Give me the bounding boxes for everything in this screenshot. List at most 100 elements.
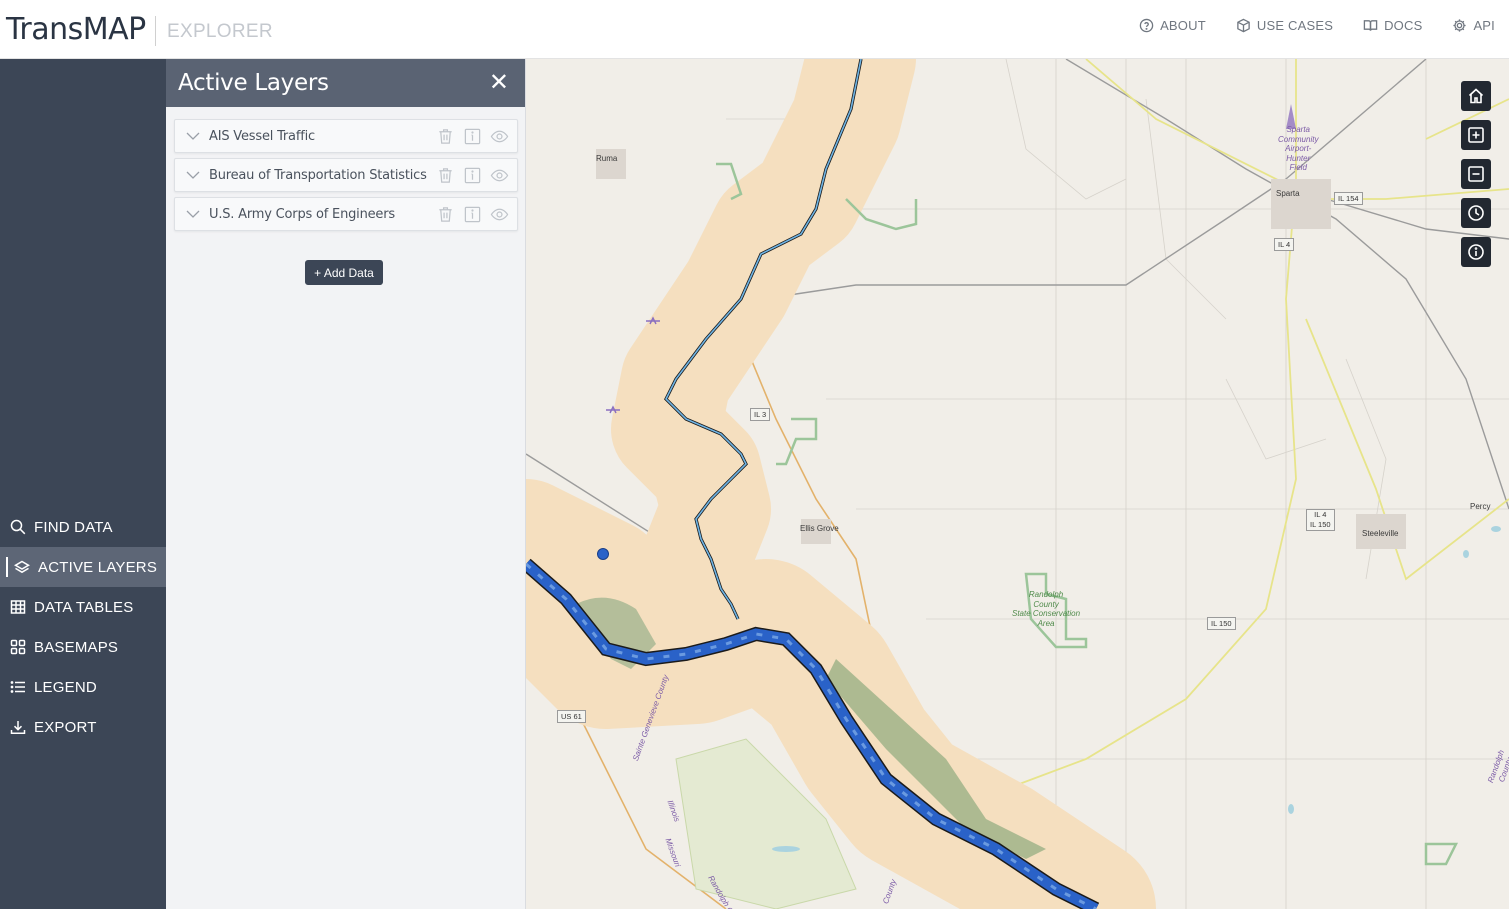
sidebar: FIND DATA ACTIVE LAYERS DATA TABLES BASE… <box>0 59 166 909</box>
top-nav: ABOUT USE CASES DOCS API <box>1139 18 1495 33</box>
road-shield-us61: US 61 <box>557 710 586 723</box>
sidebar-item-active-layers[interactable]: ACTIVE LAYERS <box>0 547 166 587</box>
eye-icon[interactable] <box>490 127 509 146</box>
trash-icon[interactable] <box>436 205 455 224</box>
layer-name: Bureau of Transportation Statistics <box>209 167 427 183</box>
info-icon <box>1468 244 1484 260</box>
park-label-line: Randolph <box>1028 590 1064 599</box>
info-button[interactable] <box>1461 237 1491 267</box>
map-controls <box>1461 81 1491 267</box>
table-icon <box>10 600 26 614</box>
sidebar-item-label: BASEMAPS <box>34 638 119 656</box>
airport-label-line: Field <box>1289 163 1307 172</box>
nav-use-cases-label: USE CASES <box>1256 18 1334 33</box>
sidebar-item-label: ACTIVE LAYERS <box>38 558 158 576</box>
info-icon[interactable] <box>463 166 482 185</box>
layer-actions <box>436 127 509 146</box>
time-button[interactable] <box>1461 198 1491 228</box>
layer-name: U.S. Army Corps of Engineers <box>209 206 395 222</box>
layer-actions <box>436 166 509 185</box>
zoom-out-button[interactable] <box>1461 159 1491 189</box>
chevron-down-icon[interactable] <box>185 167 201 183</box>
info-icon[interactable] <box>463 205 482 224</box>
add-data-button[interactable]: + Add Data <box>305 260 383 285</box>
clock-icon <box>1468 205 1484 221</box>
road-shield-il3: IL 3 <box>750 408 771 421</box>
shield-line: IL 4 <box>1314 510 1327 519</box>
shield-line: IL 150 <box>1310 520 1331 529</box>
place-label-ellis-grove: Ellis Grove <box>800 524 839 533</box>
layers-icon <box>14 560 30 574</box>
basemap <box>526 59 1509 909</box>
airport-label-line: Sparta <box>1286 125 1311 134</box>
info-icon[interactable] <box>463 127 482 146</box>
eye-icon[interactable] <box>490 166 509 185</box>
place-label-sparta: Sparta <box>1276 189 1300 198</box>
nav-api[interactable]: API <box>1452 18 1495 33</box>
grid-icon <box>10 639 26 655</box>
nav-api-label: API <box>1473 18 1495 33</box>
place-label-steeleville: Steeleville <box>1362 529 1399 538</box>
zoom-out-icon <box>1468 166 1484 182</box>
road-shield-il4: IL 4 <box>1274 238 1295 251</box>
brand-logo[interactable]: TransMAP <box>6 12 146 47</box>
layer-actions <box>436 205 509 224</box>
nav-about[interactable]: ABOUT <box>1139 18 1206 33</box>
chevron-down-icon[interactable] <box>185 128 201 144</box>
sidebar-item-label: FIND DATA <box>34 518 113 536</box>
list-icon <box>10 681 25 693</box>
road-shield-il150: IL 150 <box>1207 617 1236 630</box>
home-icon <box>1468 88 1484 104</box>
zoom-in-button[interactable] <box>1461 120 1491 150</box>
zoom-in-icon <box>1468 127 1484 143</box>
airport-label-line: Hunter <box>1286 153 1311 163</box>
home-button[interactable] <box>1461 81 1491 111</box>
airport-label-line: Airport- <box>1285 144 1312 153</box>
panel-title: Active Layers <box>178 70 329 96</box>
nav-docs[interactable]: DOCS <box>1363 18 1422 33</box>
trash-icon[interactable] <box>436 166 455 185</box>
sidebar-item-label: LEGEND <box>34 678 97 696</box>
panel-header: Active Layers ✕ <box>166 59 525 107</box>
cube-icon <box>1237 18 1250 33</box>
gear-icon <box>1453 19 1467 32</box>
book-icon <box>1363 20 1378 31</box>
trash-icon[interactable] <box>436 127 455 146</box>
park-label: Randolph County State Conservation Area <box>1012 590 1080 628</box>
app-header: TransMAP EXPLORER ABOUT USE CASES DOCS A… <box>0 0 1509 59</box>
active-layers-panel: Active Layers ✕ AIS Vessel Traffic Burea… <box>166 59 526 909</box>
sidebar-item-data-tables[interactable]: DATA TABLES <box>0 587 166 627</box>
place-label-percy: Percy <box>1470 502 1491 511</box>
sidebar-item-legend[interactable]: LEGEND <box>0 667 166 707</box>
park-label-line: Area <box>1037 618 1055 628</box>
chevron-down-icon[interactable] <box>185 206 201 222</box>
road-shield-il154: IL 154 <box>1334 192 1363 205</box>
brand-subtitle: EXPLORER <box>167 21 273 42</box>
road-shield-il4-il150: IL 4 IL 150 <box>1306 509 1335 531</box>
question-circle-icon <box>1139 18 1154 33</box>
nav-about-label: ABOUT <box>1160 18 1206 33</box>
brand-divider <box>155 16 156 46</box>
layer-name: AIS Vessel Traffic <box>209 128 315 144</box>
place-label-ruma: Ruma <box>596 154 618 163</box>
nav-use-cases[interactable]: USE CASES <box>1236 18 1333 33</box>
layer-row-usace[interactable]: U.S. Army Corps of Engineers <box>174 197 518 231</box>
layer-list: AIS Vessel Traffic Bureau of Transportat… <box>174 119 518 236</box>
search-icon <box>10 519 26 535</box>
sidebar-item-export[interactable]: EXPORT <box>0 707 166 747</box>
close-icon[interactable]: ✕ <box>489 71 509 95</box>
sidebar-item-label: EXPORT <box>34 718 97 736</box>
eye-icon[interactable] <box>490 205 509 224</box>
sidebar-item-find-data[interactable]: FIND DATA <box>0 507 166 547</box>
park-label-line: County <box>1033 599 1059 609</box>
download-icon <box>10 721 26 734</box>
layer-row-bts[interactable]: Bureau of Transportation Statistics <box>174 158 518 192</box>
airport-label: Sparta Community Airport- Hunter Field <box>1278 125 1318 173</box>
sidebar-item-label: DATA TABLES <box>34 598 134 616</box>
park-label-line: State Conservation <box>1012 609 1081 618</box>
sidebar-item-basemaps[interactable]: BASEMAPS <box>0 627 166 667</box>
map-view[interactable]: Ruma Sparta Ellis Grove Steeleville Perc… <box>526 59 1509 909</box>
layer-row-ais[interactable]: AIS Vessel Traffic <box>174 119 518 153</box>
airport-label-line: Community <box>1278 134 1319 144</box>
nav-docs-label: DOCS <box>1384 18 1423 33</box>
